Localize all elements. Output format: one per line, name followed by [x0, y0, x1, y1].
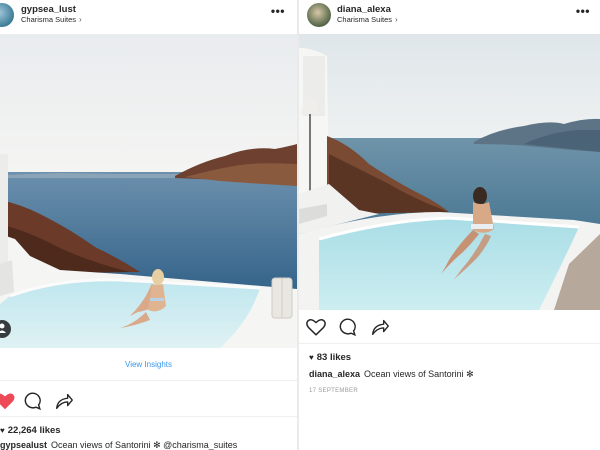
more-options-icon[interactable]: •••	[271, 4, 285, 18]
heart-icon[interactable]	[0, 390, 16, 412]
share-icon[interactable]	[369, 316, 391, 338]
chevron-right-icon: ›	[395, 15, 398, 24]
username[interactable]: diana_alexa	[337, 4, 391, 15]
heart-icon: ♥	[0, 426, 5, 435]
comment-icon[interactable]	[336, 316, 358, 338]
share-icon[interactable]	[53, 390, 75, 412]
like-count[interactable]: ♥ 22,264 likes	[0, 425, 61, 436]
comment-icon[interactable]	[21, 390, 43, 412]
like-count-label: 83 likes	[316, 352, 352, 363]
post-diana-alexa: diana_alexa Charisma Suites › ••• ♥ 83 l…	[299, 0, 600, 450]
heart-icon: ♥	[309, 353, 314, 362]
chevron-right-icon: ›	[79, 15, 82, 24]
caption-text: Ocean views of Santorini ✻	[364, 369, 474, 379]
caption-text: Ocean views of Santorini ✻ @charisma_sui…	[51, 440, 238, 450]
caption-username[interactable]: gypsealust	[0, 440, 47, 450]
post-photo[interactable]	[299, 34, 600, 310]
post-header: gypsea_lust Charisma Suites › •••	[0, 0, 297, 34]
heart-icon[interactable]	[305, 316, 327, 338]
divider	[0, 380, 297, 381]
like-count[interactable]: ♥ 83 likes	[309, 352, 351, 363]
divider	[299, 343, 600, 344]
post-photo[interactable]	[0, 34, 297, 348]
divider	[0, 416, 297, 417]
caption: gypsealust Ocean views of Santorini ✻ @ch…	[0, 440, 237, 450]
avatar[interactable]	[0, 3, 14, 27]
username[interactable]: gypsea_lust	[21, 4, 76, 15]
avatar[interactable]	[307, 3, 331, 27]
like-count-label: 22,264 likes	[7, 425, 61, 436]
action-bar	[0, 390, 297, 414]
post-header: diana_alexa Charisma Suites › •••	[299, 0, 600, 34]
location-label: Charisma Suites	[21, 15, 77, 24]
post-gypsea-lust: gypsea_lust Charisma Suites › ••• View I…	[0, 0, 297, 450]
timestamp: 17 SEPTEMBER	[309, 388, 358, 394]
location-link[interactable]: Charisma Suites ›	[21, 15, 82, 24]
more-options-icon[interactable]: •••	[576, 4, 590, 18]
view-insights-link[interactable]: View Insights	[0, 360, 297, 369]
action-bar	[299, 316, 600, 340]
caption: diana_alexa Ocean views of Santorini ✻	[309, 369, 474, 380]
caption-username[interactable]: diana_alexa	[309, 369, 360, 379]
location-label: Charisma Suites	[337, 15, 393, 24]
location-link[interactable]: Charisma Suites ›	[337, 15, 398, 24]
